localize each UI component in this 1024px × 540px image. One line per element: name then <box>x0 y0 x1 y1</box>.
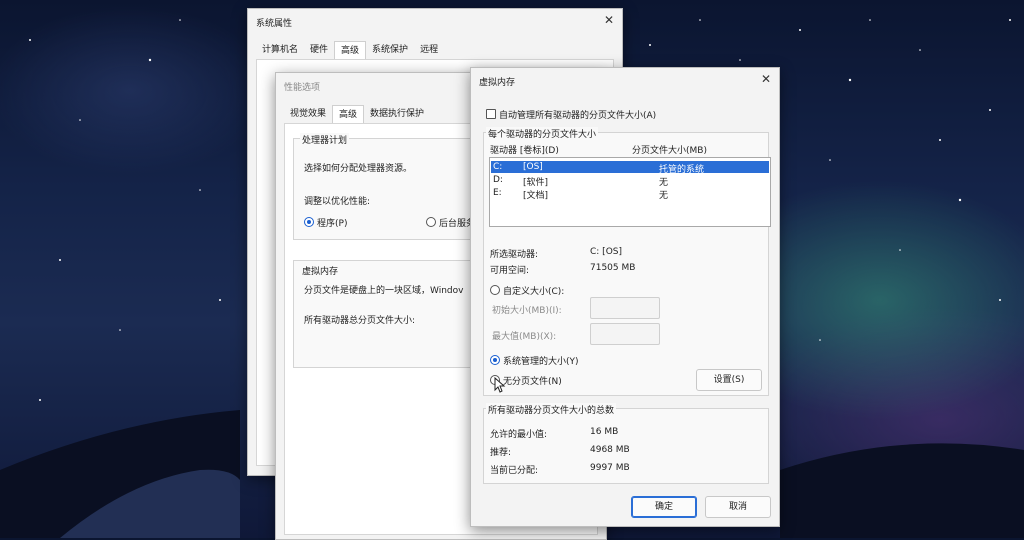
drive-list[interactable]: C: [OS] 托管的系统 D: [软件] 无 E: [文档] 无 <box>489 157 771 227</box>
initial-size-input[interactable] <box>590 297 660 319</box>
max-size-label: 最大值(MB)(X): <box>492 332 557 342</box>
close-icon[interactable]: ✕ <box>604 13 614 27</box>
tab-computer-name[interactable]: 计算机名 <box>256 41 304 59</box>
tab-hardware[interactable]: 硬件 <box>304 41 334 59</box>
programs-label: 程序(P) <box>317 219 348 229</box>
system-managed-label: 系统管理的大小(Y) <box>503 357 579 367</box>
tab-dep[interactable]: 数据执行保护 <box>364 105 430 123</box>
virtual-memory-description: 分页文件是硬盘上的一块区域，Windov <box>304 286 464 296</box>
no-paging-label: 无分页文件(N) <box>503 377 562 387</box>
virtual-memory-group-title: 虚拟内存 <box>300 264 341 277</box>
tab-visual-effects[interactable]: 视觉效果 <box>284 105 332 123</box>
set-button[interactable]: 设置(S) <box>696 369 762 391</box>
table-row[interactable]: E: [文档] 无 <box>491 187 769 201</box>
processor-description: 选择如何分配处理器资源。 <box>304 164 413 174</box>
drive-column-header: 驱动器 [卷标](D) <box>490 146 559 156</box>
recommended-value: 4968 MB <box>590 445 630 455</box>
tab-advanced[interactable]: 高级 <box>334 41 367 60</box>
custom-size-radio[interactable] <box>490 285 500 295</box>
drive-letter: E: <box>493 188 502 198</box>
max-size-input[interactable] <box>590 323 660 345</box>
totals-group: 所有驱动器分页文件大小的总数 允许的最小值: 16 MB 推荐: 4968 MB… <box>483 403 769 484</box>
tab-advanced-perf[interactable]: 高级 <box>332 105 365 124</box>
table-row[interactable]: D: [软件] 无 <box>491 174 769 188</box>
performance-options-tabs: 视觉效果 高级 数据执行保护 <box>284 105 430 124</box>
free-space-label: 可用空间: <box>490 266 530 276</box>
current-allocated-label: 当前已分配: <box>490 466 539 476</box>
ok-button[interactable]: 确定 <box>631 496 697 518</box>
virtual-memory-title: 虚拟内存 <box>479 78 516 88</box>
table-row[interactable]: C: [OS] 托管的系统 <box>491 161 769 175</box>
system-properties-tabs: 计算机名 硬件 高级 系统保护 远程 <box>256 41 444 60</box>
drive-label: [文档] <box>523 191 549 201</box>
programs-radio[interactable] <box>304 217 314 227</box>
drive-letter: C: <box>493 162 503 172</box>
custom-size-label: 自定义大小(C): <box>503 287 565 297</box>
tab-remote[interactable]: 远程 <box>414 41 444 59</box>
drive-label: [OS] <box>523 162 543 172</box>
drive-letter: D: <box>493 175 503 185</box>
total-paging-label: 所有驱动器总分页文件大小: <box>304 316 416 326</box>
min-allowed-value: 16 MB <box>590 427 619 437</box>
recommended-label: 推荐: <box>490 448 512 458</box>
system-properties-title: 系统属性 <box>256 19 293 29</box>
auto-manage-checkbox[interactable] <box>486 109 496 119</box>
cancel-button[interactable]: 取消 <box>705 496 771 518</box>
min-allowed-label: 允许的最小值: <box>490 430 548 440</box>
current-allocated-value: 9997 MB <box>590 463 630 473</box>
system-managed-radio[interactable] <box>490 355 500 365</box>
selected-drive-value: C: [OS] <box>590 247 622 257</box>
drive-size: 无 <box>659 191 669 201</box>
tab-system-protection[interactable]: 系统保护 <box>366 41 414 59</box>
drive-group-title: 每个驱动器的分页文件大小 <box>486 127 599 140</box>
auto-manage-label: 自动管理所有驱动器的分页文件大小(A) <box>499 111 657 121</box>
totals-group-title: 所有驱动器分页文件大小的总数 <box>486 403 617 416</box>
virtual-memory-dialog: 虚拟内存 ✕ 自动管理所有驱动器的分页文件大小(A) 每个驱动器的分页文件大小 … <box>470 67 780 527</box>
background-services-radio[interactable] <box>426 217 436 227</box>
mouse-cursor-icon <box>494 377 506 393</box>
close-icon[interactable]: ✕ <box>761 72 771 86</box>
processor-group-title: 处理器计划 <box>300 133 350 146</box>
initial-size-label: 初始大小(MB)(I): <box>492 306 562 316</box>
adjust-label: 调整以优化性能: <box>304 197 371 207</box>
free-space-value: 71505 MB <box>590 263 636 273</box>
drive-paging-group: 每个驱动器的分页文件大小 驱动器 [卷标](D) 分页文件大小(MB) C: [… <box>483 127 771 396</box>
performance-options-title: 性能选项 <box>284 83 321 93</box>
selected-drive-label: 所选驱动器: <box>490 250 539 260</box>
size-column-header: 分页文件大小(MB) <box>632 146 707 156</box>
